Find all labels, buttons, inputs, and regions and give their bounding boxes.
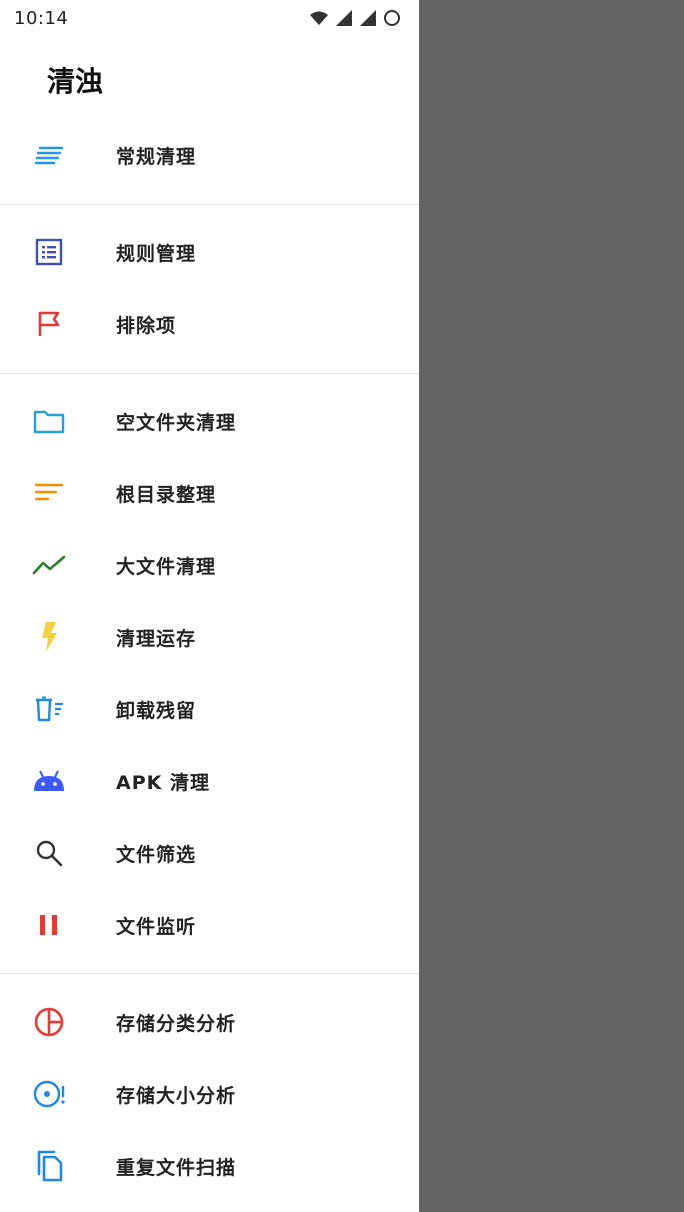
lines-icon xyxy=(31,137,67,173)
divider xyxy=(0,204,419,205)
app-title: 清浊 xyxy=(47,65,104,98)
menu-item-file-filter[interactable]: 文件筛选 xyxy=(0,821,419,885)
menu-item-empty-folder-clean[interactable]: 空文件夹清理 xyxy=(0,389,419,453)
menu-item-label: 大文件清理 xyxy=(116,555,217,578)
battery-circle-icon xyxy=(384,10,400,26)
menu-item-duplicate-file-scan[interactable]: 重复文件扫描 xyxy=(0,1134,419,1198)
signal-icon-2 xyxy=(360,10,376,26)
menu-item-exclusions[interactable]: 排除项 xyxy=(0,292,419,356)
menu-item-storage-category-analysis[interactable]: 存储分类分析 xyxy=(0,990,419,1054)
divider xyxy=(0,973,419,974)
divider xyxy=(0,373,419,374)
wifi-icon xyxy=(310,11,328,25)
menu-item-storage-size-analysis[interactable]: 存储大小分析 xyxy=(0,1062,419,1126)
menu-item-label: 规则管理 xyxy=(116,242,197,265)
menu-item-label: 重复文件扫描 xyxy=(116,1156,237,1179)
menu-item-label: 文件筛选 xyxy=(116,843,197,866)
status-time: 10:14 xyxy=(14,8,69,29)
signal-icon xyxy=(336,10,352,26)
flag-icon xyxy=(31,306,67,342)
menu-item-file-monitor[interactable]: 文件监听 xyxy=(0,893,419,957)
navigation-drawer: 10:14 清浊 常规清理 规则管理 排除项 空文件夹清理 根目录整理 大文件清… xyxy=(0,0,419,1212)
menu-item-large-file-clean[interactable]: 大文件清理 xyxy=(0,533,419,597)
menu-item-label: 常规清理 xyxy=(116,145,197,168)
menu-item-rule-management[interactable]: 规则管理 xyxy=(0,220,419,284)
menu-item-label: 根目录整理 xyxy=(116,483,217,506)
sort-icon xyxy=(31,475,67,511)
pie-icon xyxy=(31,1004,67,1040)
trash-lines-icon xyxy=(31,691,67,727)
menu-item-label: 空文件夹清理 xyxy=(116,411,237,434)
search-icon xyxy=(31,835,67,871)
menu-item-label: 卸载残留 xyxy=(116,699,197,722)
drawer-scrim[interactable] xyxy=(419,0,684,1212)
status-icons xyxy=(309,8,401,28)
menu-item-label: 存储分类分析 xyxy=(116,1012,237,1035)
bolt-icon xyxy=(31,619,67,655)
menu-item-clean-memory[interactable]: 清理运存 xyxy=(0,605,419,669)
menu-item-uninstall-residue[interactable]: 卸载残留 xyxy=(0,677,419,741)
menu-item-label: APK 清理 xyxy=(116,771,210,794)
menu-item-label: 排除项 xyxy=(116,314,177,337)
android-icon xyxy=(31,763,67,799)
menu-item-root-organize[interactable]: 根目录整理 xyxy=(0,461,419,525)
trend-icon xyxy=(31,547,67,583)
menu-item-label: 清理运存 xyxy=(116,627,197,650)
menu-item-label: 存储大小分析 xyxy=(116,1084,237,1107)
menu-item-apk-clean[interactable]: APK 清理 xyxy=(0,749,419,813)
folder-icon xyxy=(31,403,67,439)
menu-item-label: 文件监听 xyxy=(116,915,197,938)
dial-icon xyxy=(31,1076,67,1112)
pause-icon xyxy=(31,907,67,943)
menu-item-regular-clean[interactable]: 常规清理 xyxy=(0,123,419,187)
copy-icon xyxy=(31,1148,67,1184)
list-icon xyxy=(31,234,67,270)
